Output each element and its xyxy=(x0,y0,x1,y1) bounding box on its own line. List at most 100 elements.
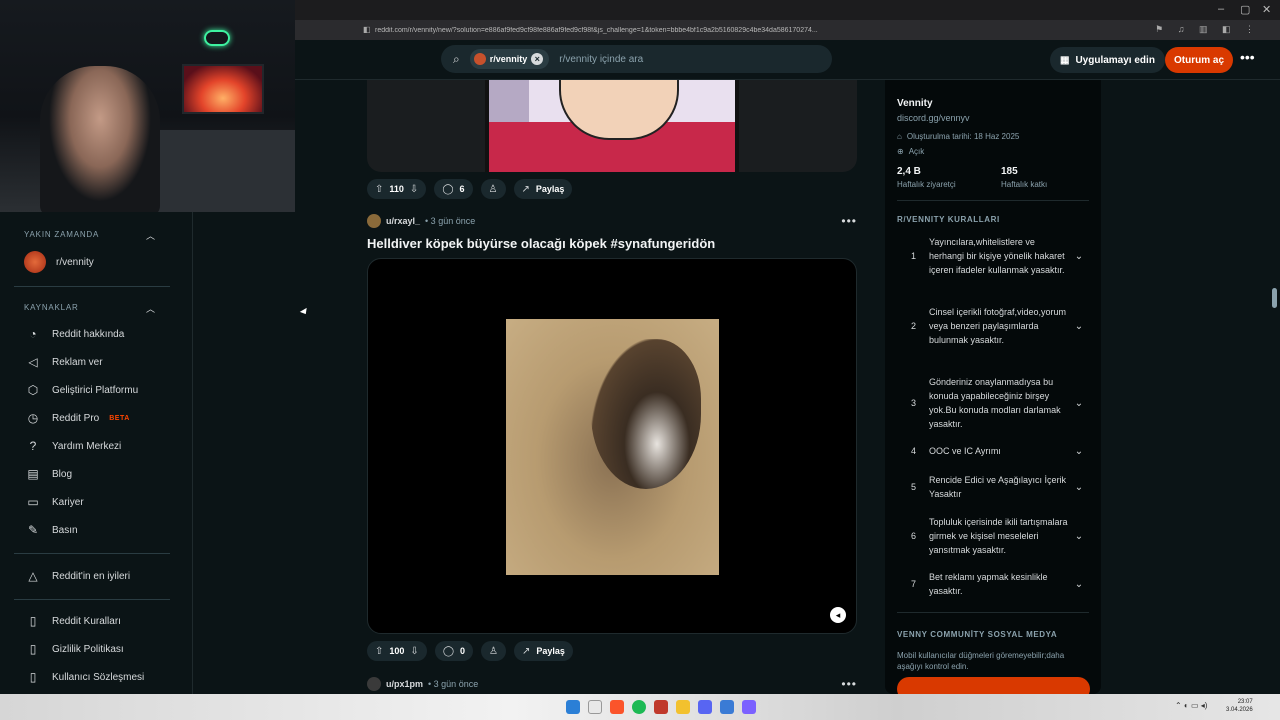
volume-icon[interactable]: ◂ xyxy=(830,607,846,623)
user-avatar[interactable] xyxy=(367,677,381,691)
share-button[interactable]: ↗ Paylaş xyxy=(513,179,573,199)
rule-number: 2 xyxy=(911,321,917,331)
sidebar-item-blog[interactable]: ▤ Blog xyxy=(24,464,72,484)
sidebar-item-help-center[interactable]: ? Yardım Merkezi xyxy=(24,436,122,456)
video-frame xyxy=(506,319,719,575)
browser-toolbar-icons[interactable]: ⚑ ♫ ▥ ◧ ⋮ xyxy=(1155,24,1260,35)
system-tray-icons[interactable]: ⌃ ◐ ▭ ◂) xyxy=(1175,701,1207,710)
taskbar-clock[interactable]: 23:07 3.04.2026 xyxy=(1226,698,1253,714)
chevron-down-icon[interactable]: ⌄ xyxy=(1069,251,1089,262)
sidebar-item-press[interactable]: ✎ Basın xyxy=(24,520,78,540)
post-options-icon[interactable]: ••• xyxy=(841,214,857,228)
chevron-up-icon[interactable]: ︿ xyxy=(146,229,155,242)
upvote-icon[interactable]: ⇧ xyxy=(375,184,383,195)
downvote-icon[interactable]: ⇩ xyxy=(410,646,418,657)
comments-button[interactable]: ◯ 0 xyxy=(434,641,474,661)
social-link-button[interactable] xyxy=(897,677,1090,694)
vote-count: 110 xyxy=(389,184,404,194)
comment-count: 6 xyxy=(459,184,465,194)
sidebar-item-about-reddit[interactable]: ◔ Reddit hakkında xyxy=(24,324,124,344)
chevron-up-icon[interactable]: ︿ xyxy=(146,302,155,315)
share-button[interactable]: ↗ Paylaş xyxy=(514,641,573,661)
search-icon[interactable] xyxy=(588,700,602,714)
scrollbar-thumb[interactable] xyxy=(1272,288,1277,308)
sidebar-item-developer-platform[interactable]: ⬡ Geliştirici Platformu xyxy=(24,380,138,400)
rule-item[interactable]: 3 Gönderiniz onaylanmadıysa bu konuda ya… xyxy=(897,375,1089,431)
chevron-down-icon[interactable]: ⌄ xyxy=(1069,531,1089,542)
sidebar-item-best-of[interactable]: △ Reddit'in en iyileri xyxy=(24,566,130,586)
user-avatar[interactable] xyxy=(367,214,381,228)
rule-item[interactable]: 2 Cinsel içerikli fotoğraf,video,yorum v… xyxy=(897,305,1089,347)
vote-control[interactable]: ⇧ 110 ⇩ xyxy=(367,179,427,199)
chevron-down-icon[interactable]: ⌄ xyxy=(1069,482,1089,493)
search-input[interactable]: r/vennity içinde ara xyxy=(559,54,643,65)
url-text[interactable]: reddit.com/r/vennity/new/?solution=e886a… xyxy=(375,27,835,34)
sidebar-item-reddit-rules[interactable]: ▯ Reddit Kuralları xyxy=(24,611,121,631)
browser-icon[interactable] xyxy=(610,700,624,714)
sidebar-item-advertise[interactable]: ◁ Reklam ver xyxy=(24,352,102,372)
rule-text: Gönderiniz onaylanmadıysa bu konuda yapa… xyxy=(929,377,1061,429)
weekly-contributions-value: 185 xyxy=(1001,166,1018,177)
maximize-button[interactable]: ▢ xyxy=(1240,3,1250,16)
address-bar[interactable]: ◧ reddit.com/r/vennity/new/?solution=e88… xyxy=(295,20,1280,40)
comment-icon: ◯ xyxy=(442,183,454,195)
sidebar-item-reddit-pro[interactable]: ◷ Reddit Pro BETA xyxy=(24,408,130,428)
chevron-down-icon[interactable]: ⌄ xyxy=(1069,446,1089,457)
search-icon: ⌕ xyxy=(453,51,460,66)
upvote-icon[interactable]: ⇧ xyxy=(375,646,383,657)
sidebar-item-label: Kullanıcı Sözleşmesi xyxy=(52,671,145,683)
os-taskbar: ⌃ ◐ ▭ ◂) 23:07 3.04.2026 xyxy=(0,694,1280,720)
rule-item[interactable]: 1 Yayıncılara,whitelistlere ve herhangi … xyxy=(897,235,1089,277)
sidebar-item-privacy-policy[interactable]: ▯ Gizlilik Politikası xyxy=(24,639,124,659)
award-button[interactable]: ♙ xyxy=(480,179,506,199)
more-options-icon[interactable]: ••• xyxy=(1240,49,1255,65)
post-image[interactable] xyxy=(367,80,857,172)
sidebar-item-careers[interactable]: ▭ Kariyer xyxy=(24,492,83,512)
sidebar-item-label: Reddit hakkında xyxy=(52,328,125,340)
chevron-down-icon[interactable]: ⌄ xyxy=(1069,321,1089,332)
spotify-icon[interactable] xyxy=(632,700,646,714)
rule-item[interactable]: 7 Bet reklamı yapmak kesinlikle yasaktır… xyxy=(897,570,1089,598)
minimize-button[interactable]: – xyxy=(1218,3,1224,15)
community-link[interactable]: discord.gg/vennyv xyxy=(897,113,970,123)
rule-item[interactable]: 4 OOC ve IC Ayrımı ⌄ xyxy=(897,444,1089,458)
post-username[interactable]: u/px1pm xyxy=(386,679,423,689)
sidebar-item-vennity[interactable]: r/vennity xyxy=(24,251,94,273)
post-username[interactable]: u/rxayl_ xyxy=(386,216,420,226)
vote-control[interactable]: ⇧ 100 ⇩ xyxy=(367,641,427,661)
post-video[interactable]: ◂ xyxy=(367,258,857,634)
rule-item[interactable]: 5 Rencide Edici ve Aşağılayıcı İçerik Ya… xyxy=(897,473,1089,501)
comments-button[interactable]: ◯ 6 xyxy=(434,179,473,199)
sidebar-item-label: Reddit Kuralları xyxy=(52,615,121,627)
login-button[interactable]: Oturum aç xyxy=(1165,47,1234,73)
clock-date: 3.04.2026 xyxy=(1226,707,1253,713)
mouse-cursor-icon xyxy=(299,307,310,317)
rule-item[interactable]: 6 Topluluk içerisinde ikili tartışmalara… xyxy=(897,515,1089,557)
downvote-icon[interactable]: ⇩ xyxy=(410,184,418,195)
rule-text: Bet reklamı yapmak kesinlikle yasaktır. xyxy=(929,572,1048,596)
clear-chip-icon[interactable]: × xyxy=(531,53,544,65)
chevron-down-icon[interactable]: ⌄ xyxy=(1069,579,1089,590)
search-community-chip[interactable]: r/vennity × xyxy=(469,49,550,69)
share-icon: ↗ xyxy=(522,645,531,657)
get-app-button[interactable]: ▦ Uygulamayı edin xyxy=(1050,47,1165,73)
award-button[interactable]: ♙ xyxy=(481,641,506,661)
search-bar[interactable]: ⌕ r/vennity × r/vennity içinde ara xyxy=(441,45,832,73)
divider xyxy=(897,612,1089,613)
visibility-text: Açık xyxy=(908,147,925,156)
app-icon[interactable] xyxy=(742,700,756,714)
bookmark-icon[interactable]: ◧ xyxy=(363,25,371,34)
post-options-icon[interactable]: ••• xyxy=(841,677,857,691)
close-window-button[interactable]: ✕ xyxy=(1262,3,1271,16)
chevron-down-icon[interactable]: ⌄ xyxy=(1069,398,1089,409)
rule-text: Cinsel içerikli fotoğraf,video,yorum vey… xyxy=(929,307,1067,345)
start-menu-icon[interactable] xyxy=(566,700,580,714)
discord-icon[interactable] xyxy=(698,700,712,714)
post-title[interactable]: Helldiver köpek büyürse olacağı köpek #s… xyxy=(367,236,715,251)
app-icon[interactable] xyxy=(654,700,668,714)
page-scrollbar[interactable] xyxy=(1270,80,1280,694)
folder-icon[interactable] xyxy=(676,700,690,714)
sidebar-item-user-agreement[interactable]: ▯ Kullanıcı Sözleşmesi xyxy=(24,667,145,687)
sidebar-item-label: Basın xyxy=(52,524,78,536)
app-icon[interactable] xyxy=(720,700,734,714)
